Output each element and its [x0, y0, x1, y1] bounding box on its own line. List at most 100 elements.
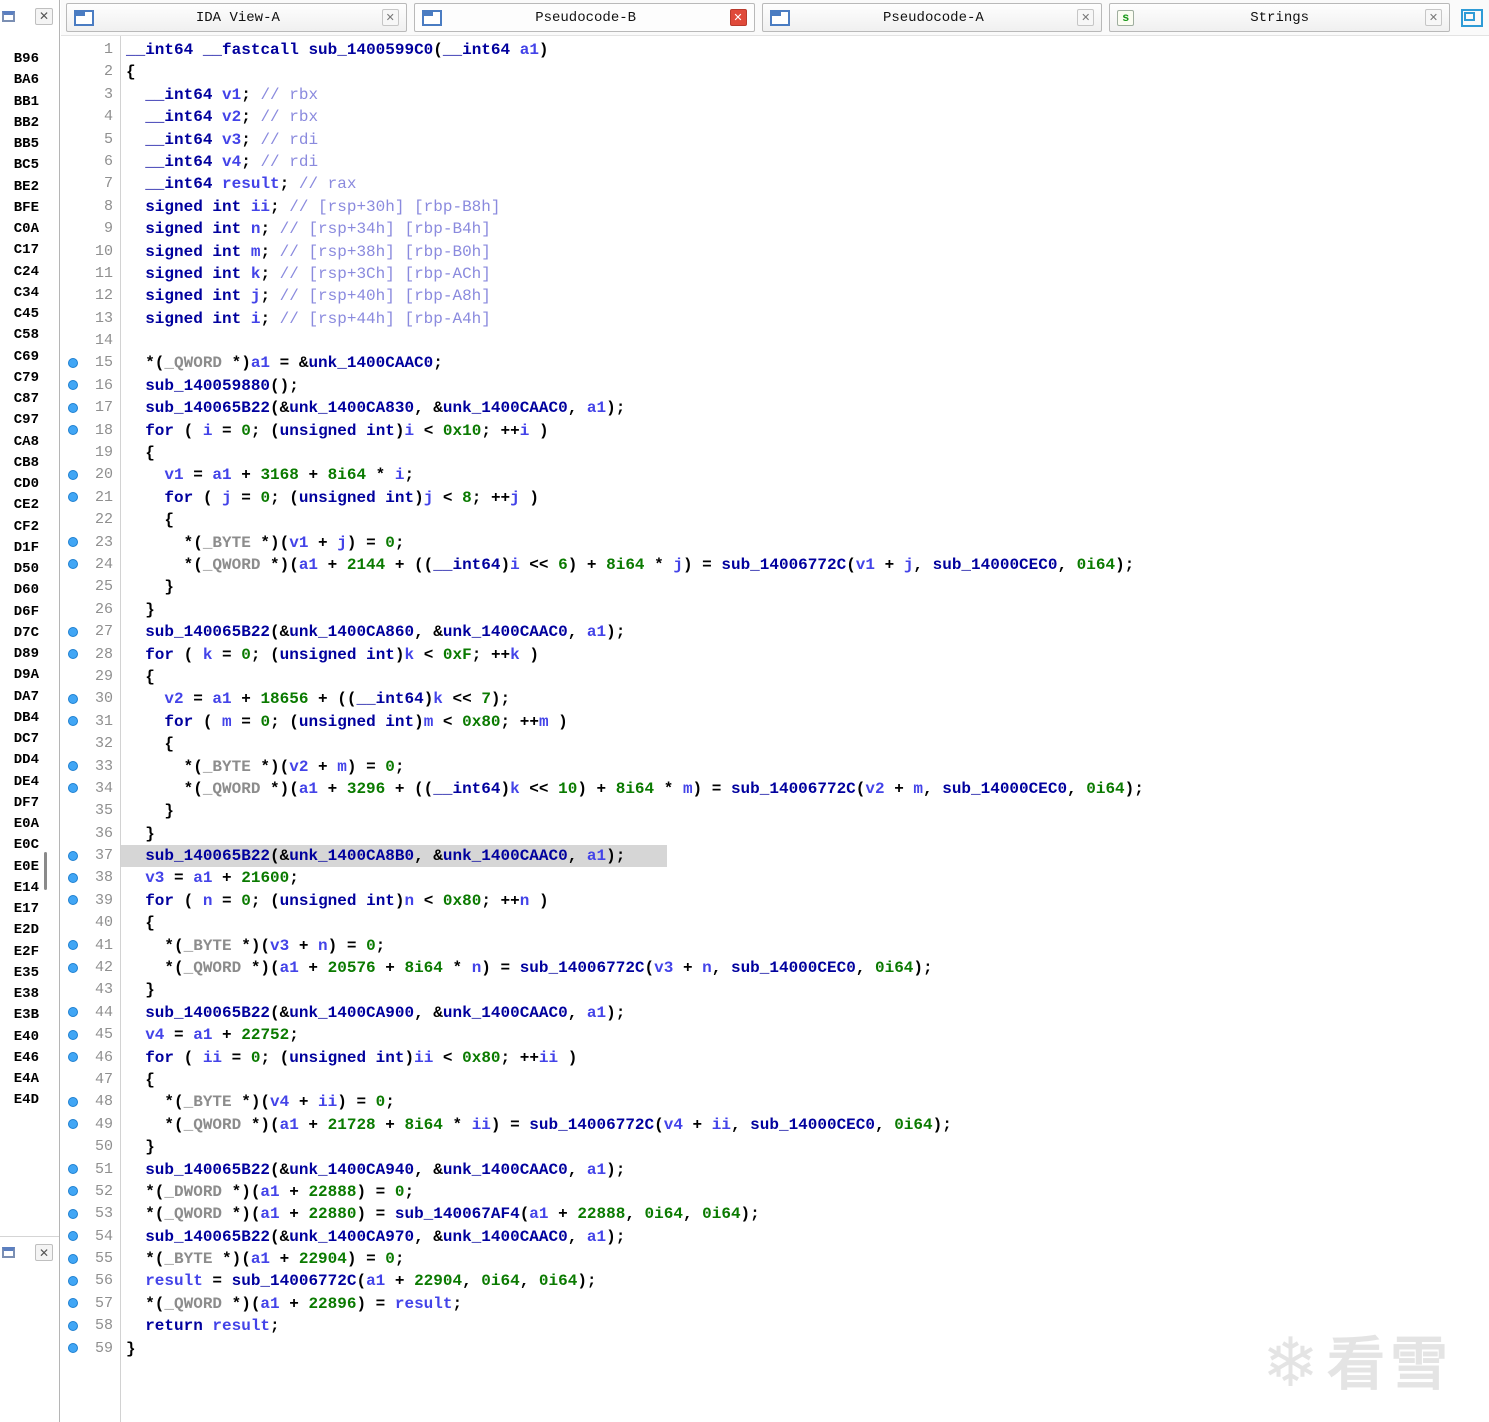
- function-address[interactable]: D50: [0, 559, 42, 580]
- function-address[interactable]: E0A: [0, 814, 42, 835]
- code-line[interactable]: 14: [61, 330, 1489, 352]
- code-line[interactable]: 10 signed int m; // [rsp+38h] [rbp-B0h]: [61, 241, 1489, 263]
- code-line[interactable]: 20 v1 = a1 + 3168 + 8i64 * i;: [61, 464, 1489, 486]
- close-icon[interactable]: ✕: [35, 1244, 53, 1261]
- function-address[interactable]: CB8: [0, 453, 42, 474]
- code-line[interactable]: 33 *(_BYTE *)(v2 + m) = 0;: [61, 756, 1489, 778]
- function-address[interactable]: D6F: [0, 602, 42, 623]
- code-line[interactable]: 48 *(_BYTE *)(v4 + ii) = 0;: [61, 1091, 1489, 1113]
- code-line[interactable]: 23 *(_BYTE *)(v1 + j) = 0;: [61, 532, 1489, 554]
- code-line[interactable]: 47 {: [61, 1069, 1489, 1091]
- function-address[interactable]: C87: [0, 389, 42, 410]
- code-line[interactable]: 31 for ( m = 0; (unsigned int)m < 0x80; …: [61, 711, 1489, 733]
- function-address[interactable]: CE2: [0, 495, 42, 516]
- close-icon[interactable]: ✕: [381, 9, 399, 26]
- code-line[interactable]: 30 v2 = a1 + 18656 + ((__int64)k << 7);: [61, 688, 1489, 710]
- code-line[interactable]: 45 v4 = a1 + 22752;: [61, 1024, 1489, 1046]
- function-address[interactable]: DE4: [0, 772, 42, 793]
- code-line[interactable]: 40 {: [61, 912, 1489, 934]
- code-line[interactable]: 15 *(_QWORD *)a1 = &unk_1400CAAC0;: [61, 352, 1489, 374]
- code-line[interactable]: 2{: [61, 61, 1489, 83]
- function-address[interactable]: BFE: [0, 198, 42, 219]
- code-line[interactable]: 36 }: [61, 823, 1489, 845]
- function-address[interactable]: C79: [0, 368, 42, 389]
- code-line[interactable]: 28 for ( k = 0; (unsigned int)k < 0xF; +…: [61, 644, 1489, 666]
- tab-strings[interactable]: s Strings ✕: [1109, 3, 1450, 32]
- function-address[interactable]: C58: [0, 325, 42, 346]
- function-address[interactable]: D9A: [0, 665, 42, 686]
- function-address[interactable]: C0A: [0, 219, 42, 240]
- function-address[interactable]: C97: [0, 410, 42, 431]
- function-address[interactable]: D89: [0, 644, 42, 665]
- close-icon[interactable]: ✕: [1077, 9, 1095, 26]
- code-line[interactable]: 43 }: [61, 979, 1489, 1001]
- code-line[interactable]: 55 *(_BYTE *)(a1 + 22904) = 0;: [61, 1248, 1489, 1270]
- function-address[interactable]: E35: [0, 963, 42, 984]
- function-address[interactable]: C34: [0, 283, 42, 304]
- code-line[interactable]: 24 *(_QWORD *)(a1 + 2144 + ((__int64)i <…: [61, 554, 1489, 576]
- code-line[interactable]: 44 sub_140065B22(&unk_1400CA900, &unk_14…: [61, 1002, 1489, 1024]
- code-line[interactable]: 13 signed int i; // [rsp+44h] [rbp-A4h]: [61, 308, 1489, 330]
- code-line[interactable]: 34 *(_QWORD *)(a1 + 3296 + ((__int64)k <…: [61, 778, 1489, 800]
- code-line[interactable]: 42 *(_QWORD *)(a1 + 20576 + 8i64 * n) = …: [61, 957, 1489, 979]
- code-line[interactable]: 7 __int64 result; // rax: [61, 173, 1489, 195]
- function-address[interactable]: CF2: [0, 517, 42, 538]
- function-address[interactable]: E14: [0, 878, 42, 899]
- code-line[interactable]: 46 for ( ii = 0; (unsigned int)ii < 0x80…: [61, 1047, 1489, 1069]
- function-address[interactable]: C69: [0, 347, 42, 368]
- function-address[interactable]: D60: [0, 580, 42, 601]
- function-address[interactable]: E38: [0, 984, 42, 1005]
- code-line[interactable]: 17 sub_140065B22(&unk_1400CA830, &unk_14…: [61, 397, 1489, 419]
- dock-window-icon[interactable]: [2, 1247, 15, 1258]
- function-address[interactable]: BC5: [0, 155, 42, 176]
- code-line[interactable]: 8 signed int ii; // [rsp+30h] [rbp-B8h]: [61, 196, 1489, 218]
- function-address[interactable]: C24: [0, 262, 42, 283]
- function-address[interactable]: BB5: [0, 134, 42, 155]
- code-line[interactable]: 25 }: [61, 576, 1489, 598]
- code-line[interactable]: 54 sub_140065B22(&unk_1400CA970, &unk_14…: [61, 1226, 1489, 1248]
- function-address[interactable]: CA8: [0, 432, 42, 453]
- code-line[interactable]: 35 }: [61, 800, 1489, 822]
- code-line[interactable]: 51 sub_140065B22(&unk_1400CA940, &unk_14…: [61, 1159, 1489, 1181]
- function-address[interactable]: C45: [0, 304, 42, 325]
- close-icon[interactable]: ✕: [35, 7, 53, 25]
- close-icon[interactable]: ✕: [1425, 9, 1442, 26]
- function-address[interactable]: DA7: [0, 687, 42, 708]
- function-address[interactable]: E4D: [0, 1090, 42, 1111]
- code-line[interactable]: 11 signed int k; // [rsp+3Ch] [rbp-ACh]: [61, 263, 1489, 285]
- code-line[interactable]: 12 signed int j; // [rsp+40h] [rbp-A8h]: [61, 285, 1489, 307]
- code-line[interactable]: 27 sub_140065B22(&unk_1400CA860, &unk_14…: [61, 621, 1489, 643]
- function-address[interactable]: E40: [0, 1027, 42, 1048]
- function-address[interactable]: D7C: [0, 623, 42, 644]
- code-line[interactable]: 38 v3 = a1 + 21600;: [61, 867, 1489, 889]
- code-line[interactable]: 49 *(_QWORD *)(a1 + 21728 + 8i64 * ii) =…: [61, 1114, 1489, 1136]
- code-line[interactable]: 53 *(_QWORD *)(a1 + 22880) = sub_140067A…: [61, 1203, 1489, 1225]
- function-address[interactable]: E46: [0, 1048, 42, 1069]
- code-line[interactable]: 9 signed int n; // [rsp+34h] [rbp-B4h]: [61, 218, 1489, 240]
- function-address[interactable]: DD4: [0, 750, 42, 771]
- function-address[interactable]: E0C: [0, 835, 42, 856]
- function-address[interactable]: DF7: [0, 793, 42, 814]
- function-address[interactable]: E4A: [0, 1069, 42, 1090]
- window-list-icon[interactable]: [1460, 8, 1484, 28]
- tab-pseudocode-a[interactable]: Pseudocode-A ✕: [761, 3, 1103, 32]
- function-address[interactable]: DB4: [0, 708, 42, 729]
- function-address[interactable]: E0E: [0, 857, 42, 878]
- function-address[interactable]: D1F: [0, 538, 42, 559]
- function-address[interactable]: DC7: [0, 729, 42, 750]
- function-address[interactable]: BB1: [0, 92, 42, 113]
- code-line[interactable]: 32 {: [61, 733, 1489, 755]
- function-address[interactable]: E2F: [0, 942, 42, 963]
- code-line[interactable]: 50 }: [61, 1136, 1489, 1158]
- dock-window-icon[interactable]: [2, 10, 15, 22]
- code-line[interactable]: 19 {: [61, 442, 1489, 464]
- code-line[interactable]: 16 sub_140059880();: [61, 375, 1489, 397]
- code-line[interactable]: 4 __int64 v2; // rbx: [61, 106, 1489, 128]
- function-address[interactable]: BB2: [0, 113, 42, 134]
- code-line[interactable]: 56 result = sub_14006772C(a1 + 22904, 0i…: [61, 1270, 1489, 1292]
- code-line[interactable]: 41 *(_BYTE *)(v3 + n) = 0;: [61, 935, 1489, 957]
- code-line[interactable]: 22 {: [61, 509, 1489, 531]
- code-line[interactable]: 6 __int64 v4; // rdi: [61, 151, 1489, 173]
- code-line[interactable]: 21 for ( j = 0; (unsigned int)j < 8; ++j…: [61, 487, 1489, 509]
- code-line[interactable]: 29 {: [61, 666, 1489, 688]
